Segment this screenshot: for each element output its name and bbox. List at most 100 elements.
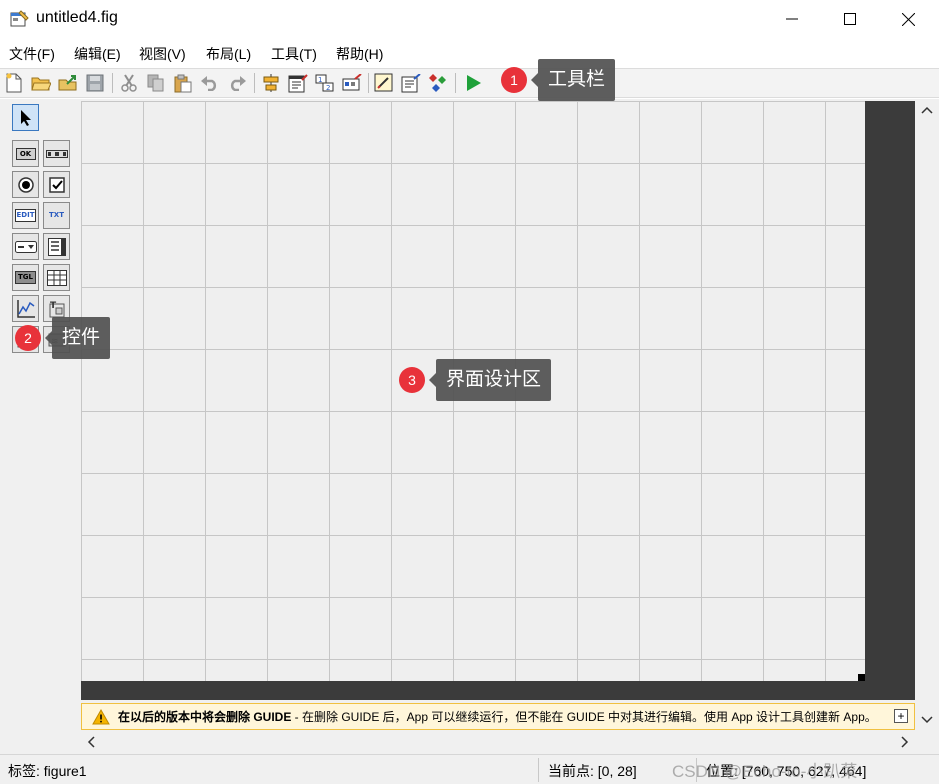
edit-text-tool[interactable]: EDIT (12, 202, 39, 229)
popup-menu-icon (14, 240, 37, 253)
list-box-tool[interactable] (43, 233, 70, 260)
title-bar: untitled4.fig (0, 0, 939, 38)
plus-icon: + (897, 709, 905, 723)
warning-message: 在以后的版本中将会删除 GUIDE - 在删除 GUIDE 后，App 可以继续… (118, 708, 877, 725)
toolbar-editor-icon (342, 74, 362, 91)
push-button-label: OK (15, 147, 36, 160)
status-divider (538, 758, 539, 782)
annotation-controls: 控件 (44, 317, 111, 359)
menu-tools[interactable]: 工具(T) (271, 44, 317, 64)
paste-button[interactable] (172, 72, 194, 94)
warning-detail-text: - 在删除 GUIDE 后，App 可以继续运行，但不能在 GUIDE 中对其进… (291, 710, 877, 724)
annotation-badge-2: 2 (15, 325, 41, 351)
redo-button[interactable] (226, 72, 248, 94)
guide-app-icon (10, 10, 29, 27)
maximize-icon (844, 13, 856, 25)
table-tool[interactable] (43, 264, 70, 291)
close-button[interactable] (879, 0, 937, 38)
svg-text:2: 2 (326, 84, 330, 92)
toggle-button-label: TGL (15, 271, 36, 284)
undo-button[interactable] (199, 72, 221, 94)
arrow-cursor-icon (20, 109, 31, 126)
open-icon (31, 77, 51, 91)
toolbar-separator (254, 73, 255, 93)
warning-icon (92, 708, 110, 724)
scroll-down-icon[interactable] (921, 715, 933, 725)
copy-button[interactable] (145, 72, 167, 94)
save-icon (86, 74, 104, 92)
scroll-up-icon[interactable] (921, 105, 933, 115)
radio-button-tool[interactable] (12, 171, 39, 198)
toolbar: 12 (0, 68, 939, 98)
open-button[interactable] (30, 72, 52, 94)
canvas-border-right (865, 101, 915, 681)
menu-help[interactable]: 帮助(H) (336, 44, 383, 64)
object-browser-button[interactable] (427, 72, 449, 94)
slider-icon (45, 149, 68, 158)
push-button-tool[interactable]: OK (12, 140, 39, 167)
export-icon (58, 75, 77, 91)
menu-editor-icon (288, 73, 308, 92)
cut-icon (121, 74, 137, 92)
slider-tool[interactable] (43, 140, 70, 167)
minimize-button[interactable] (763, 0, 821, 38)
align-objects-button[interactable] (260, 72, 282, 94)
check-box-icon (48, 176, 65, 193)
window-title: untitled4.fig (36, 9, 118, 26)
minimize-icon (786, 18, 798, 20)
editor-button[interactable] (373, 72, 395, 94)
export-button[interactable] (57, 72, 79, 94)
table-icon (46, 269, 67, 286)
tab-order-icon: 12 (315, 74, 334, 92)
popup-menu-tool[interactable] (12, 233, 39, 260)
annotation-design-area: 界面设计区 (428, 359, 552, 401)
run-icon (467, 75, 481, 91)
run-button[interactable] (462, 72, 484, 94)
maximize-button[interactable] (821, 0, 879, 38)
static-text-label: TXT (46, 209, 67, 222)
scroll-left-icon[interactable] (86, 736, 96, 748)
undo-icon (201, 76, 217, 91)
canvas-resize-handle[interactable] (858, 674, 865, 681)
check-box-tool[interactable] (43, 171, 70, 198)
scroll-right-icon[interactable] (900, 736, 910, 748)
menu-edit[interactable]: 编辑(E) (74, 44, 121, 64)
toolbar-editor-button[interactable] (341, 72, 363, 94)
panel-icon: T (49, 301, 64, 317)
toolbar-separator (112, 73, 113, 93)
annotation-badge-1: 1 (501, 67, 527, 93)
static-text-tool[interactable]: TXT (43, 202, 70, 229)
axes-icon (16, 299, 35, 318)
horizontal-scrollbar[interactable] (81, 732, 915, 752)
close-icon (901, 12, 915, 26)
menu-bar: 文件(F) 编辑(E) 视图(V) 布局(L) 工具(T) 帮助(H) (0, 38, 939, 68)
cut-button[interactable] (118, 72, 140, 94)
select-tool-button[interactable] (12, 104, 39, 131)
toggle-button-tool[interactable]: TGL (12, 264, 39, 291)
new-figure-button[interactable] (3, 72, 25, 94)
menu-layout[interactable]: 布局(L) (206, 44, 251, 64)
toolbar-separator (368, 73, 369, 93)
menu-file[interactable]: 文件(F) (9, 44, 55, 64)
expand-warning-button[interactable]: + (894, 709, 908, 723)
tab-order-button[interactable]: 12 (314, 72, 336, 94)
svg-text:1: 1 (318, 76, 322, 84)
toolbar-separator (455, 73, 456, 93)
editor-icon (374, 73, 393, 92)
object-browser-icon (429, 74, 446, 92)
save-button[interactable] (84, 72, 106, 94)
new-figure-icon (6, 73, 22, 93)
status-tag: 标签: figure1 (8, 763, 87, 779)
menu-editor-button[interactable] (287, 72, 309, 94)
axes-tool[interactable] (12, 295, 39, 322)
watermark: CSDN @Echo-to-小趴菜 (672, 762, 858, 781)
redo-icon (230, 76, 246, 91)
property-inspector-button[interactable] (400, 72, 422, 94)
edit-text-label: EDIT (15, 209, 36, 222)
menu-view[interactable]: 视图(V) (139, 44, 186, 64)
annotation-toolbar: 工具栏 (530, 59, 616, 101)
canvas-border-bottom (81, 681, 915, 700)
property-inspector-icon (401, 73, 421, 92)
vertical-scrollbar[interactable] (915, 101, 939, 734)
radio-button-icon (17, 176, 34, 193)
